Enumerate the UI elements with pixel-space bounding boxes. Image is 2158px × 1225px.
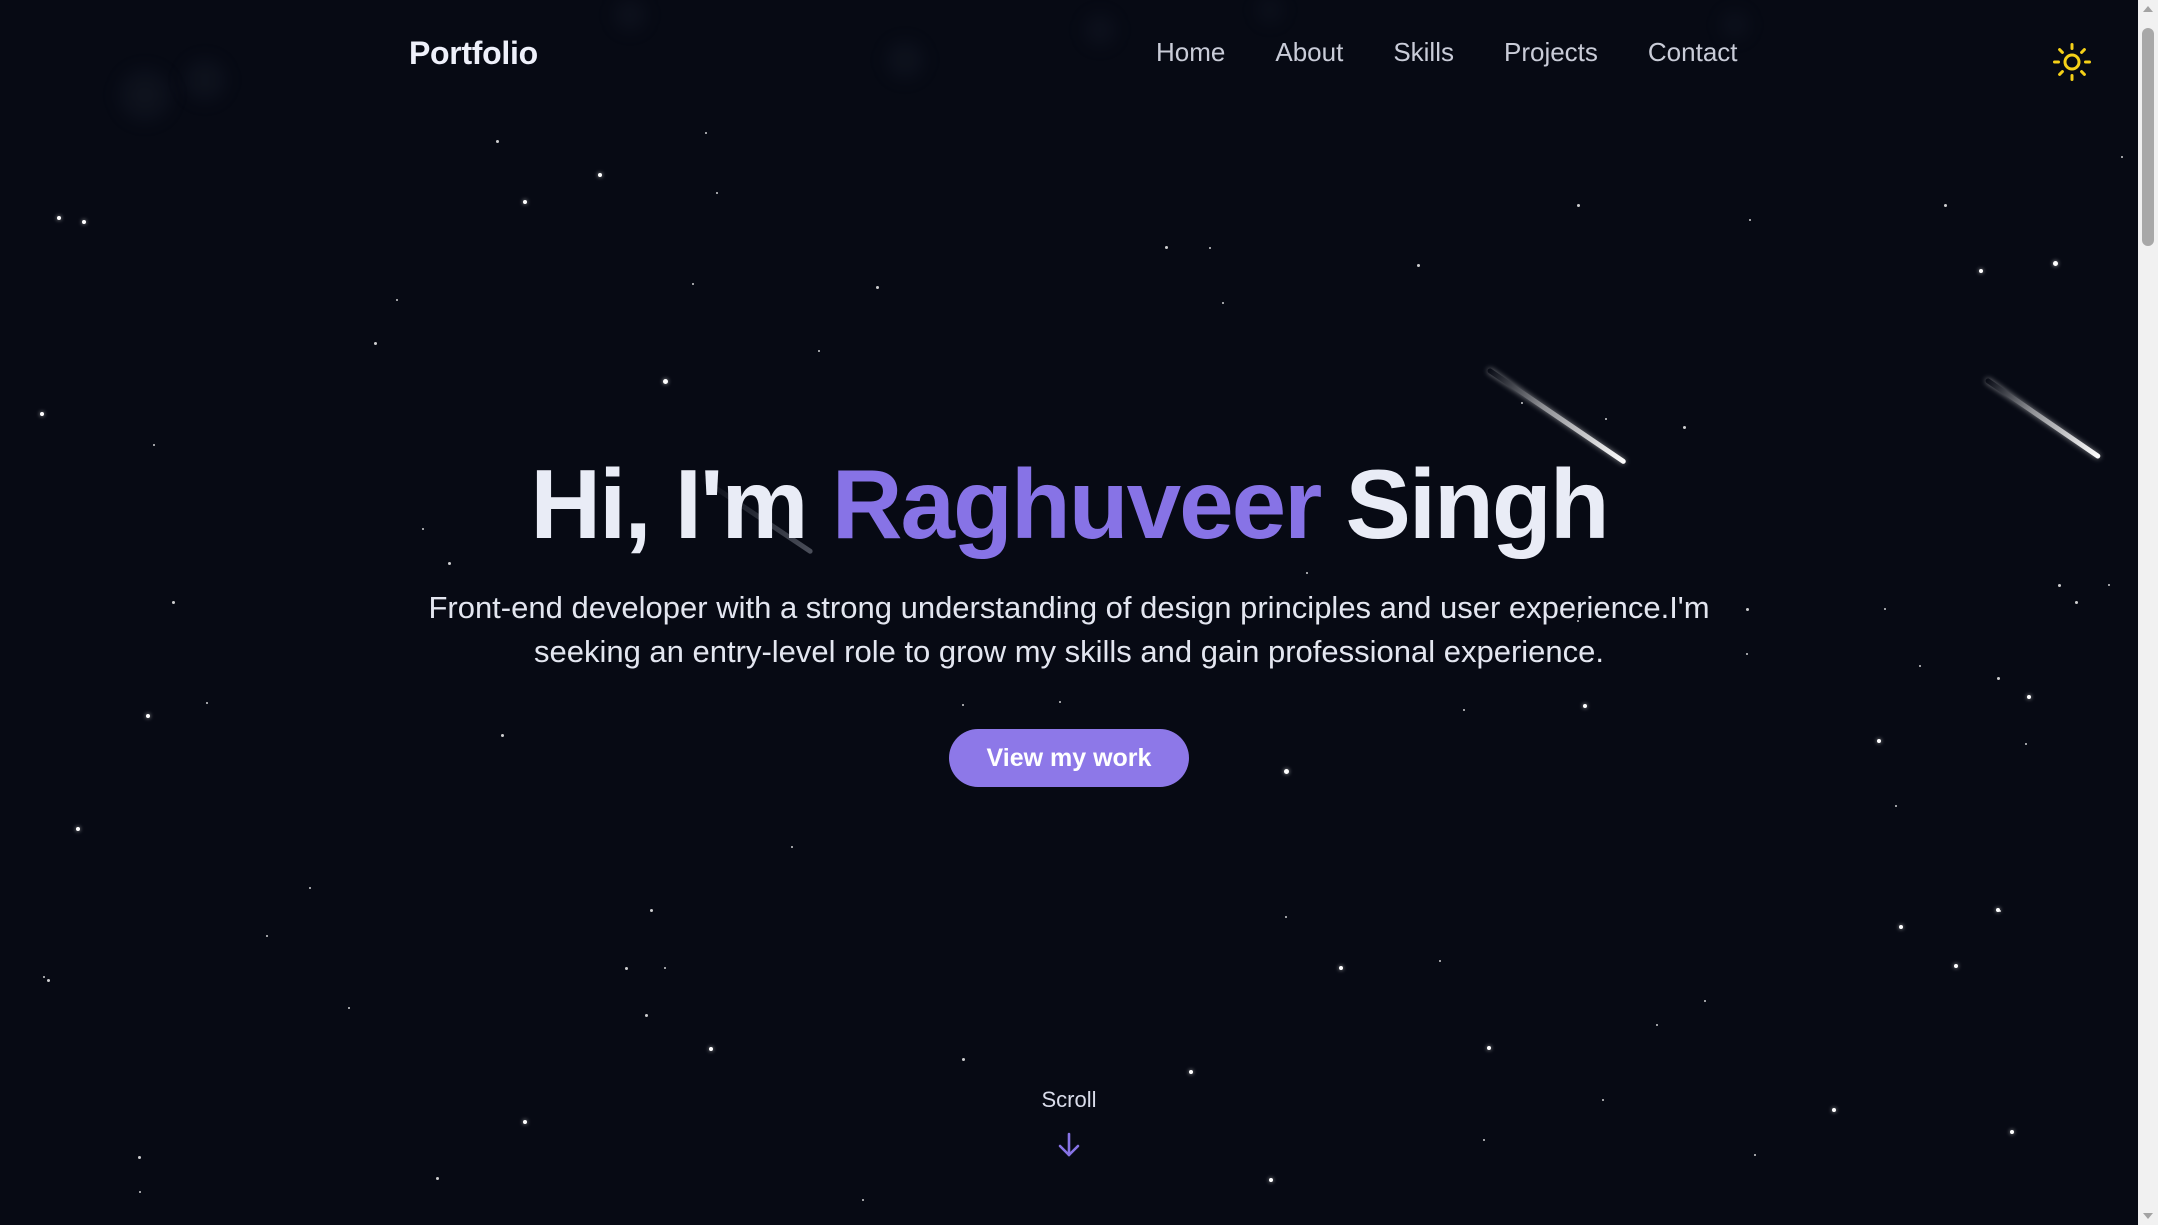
scroll-up-arrow-icon[interactable] bbox=[2138, 0, 2158, 18]
page: Portfolio Home About Skills Projects Con… bbox=[0, 0, 2158, 1225]
sun-icon bbox=[2053, 43, 2091, 81]
nav-link-projects[interactable]: Projects bbox=[1504, 37, 1598, 68]
scroll-down-arrow-icon[interactable] bbox=[2138, 1207, 2158, 1225]
brand-logo[interactable]: Portfolio bbox=[409, 35, 538, 72]
hero-greeting: Hi, I'm bbox=[530, 449, 808, 559]
nav-link-home[interactable]: Home bbox=[1156, 37, 1225, 68]
view-my-work-button[interactable]: View my work bbox=[949, 729, 1189, 787]
arrow-down-icon bbox=[1058, 1132, 1080, 1157]
nav-link-about[interactable]: About bbox=[1275, 37, 1343, 68]
hero-last-name: Singh bbox=[1345, 449, 1609, 559]
navbar: Portfolio Home About Skills Projects Con… bbox=[0, 0, 2138, 112]
hero-subtitle: Front-end developer with a strong unders… bbox=[428, 590, 1710, 669]
scroll-label[interactable]: Scroll bbox=[969, 1087, 1169, 1113]
scroll-down-button[interactable] bbox=[1056, 1130, 1082, 1160]
nav-link-contact[interactable]: Contact bbox=[1648, 37, 1738, 68]
nav-link-skills[interactable]: Skills bbox=[1393, 37, 1454, 68]
hero-title: Hi, I'm Raghuveer Singh bbox=[0, 448, 2138, 561]
theme-toggle-button[interactable] bbox=[2052, 42, 2092, 82]
page-scrollbar[interactable] bbox=[2138, 0, 2158, 1225]
hero-first-name: Raghuveer bbox=[831, 449, 1323, 559]
nav-links: Home About Skills Projects Contact bbox=[1156, 37, 1738, 68]
scrollbar-thumb[interactable] bbox=[2142, 28, 2154, 246]
hero-section: Hi, I'm Raghuveer Singh Front-end develo… bbox=[0, 0, 2138, 1225]
